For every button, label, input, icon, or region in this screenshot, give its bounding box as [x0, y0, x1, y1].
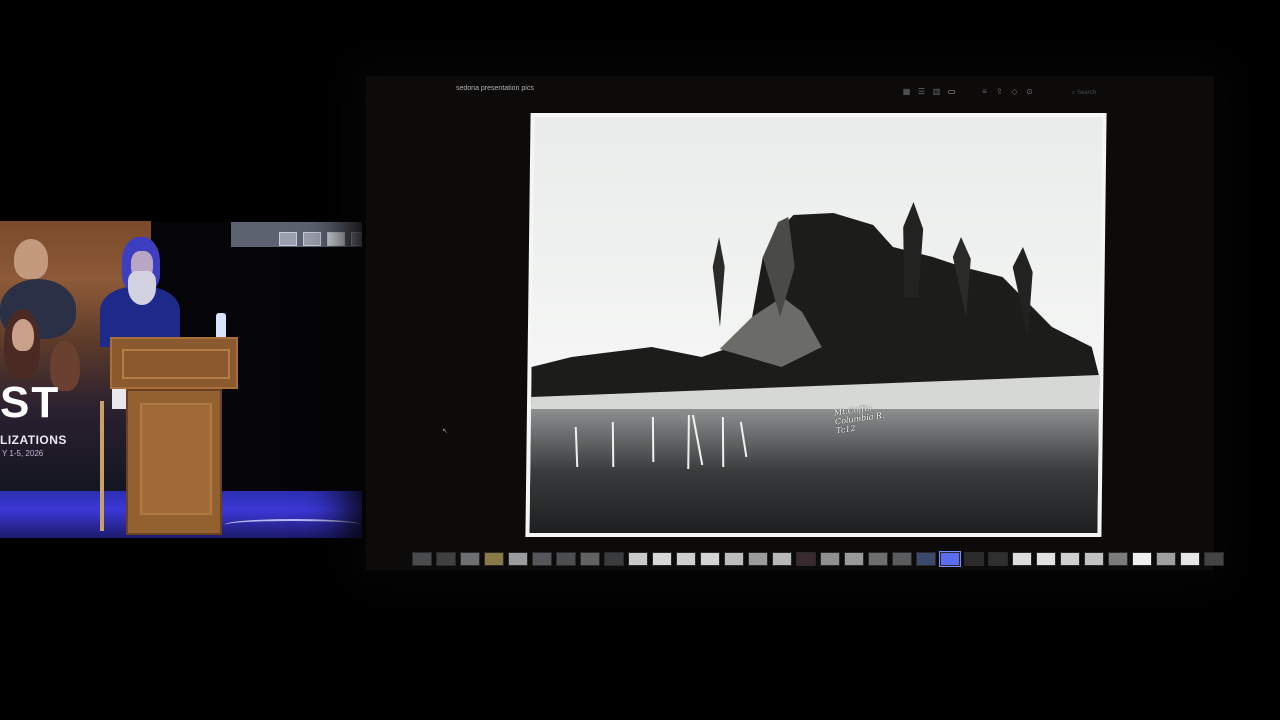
- filmstrip-thumbnail[interactable]: [556, 552, 576, 566]
- filmstrip-thumbnail[interactable]: [604, 552, 624, 566]
- landscape-photo: [529, 117, 1103, 533]
- filmstrip-thumbnail[interactable]: [939, 551, 961, 567]
- banner-title: ST: [0, 378, 61, 427]
- filmstrip-thumbnail[interactable]: [700, 552, 720, 566]
- filmstrip-thumbnail[interactable]: [580, 552, 600, 566]
- presenter-beard: [128, 271, 156, 305]
- more-menu-icon[interactable]: ⊙: [1025, 88, 1034, 96]
- filmstrip-thumbnail[interactable]: [1036, 552, 1056, 566]
- filmstrip-thumbnail[interactable]: [796, 552, 816, 566]
- search-icon: ⌕: [1072, 90, 1076, 96]
- grid-medium-icon[interactable]: ☰: [917, 88, 926, 96]
- filmstrip: [410, 548, 1226, 570]
- toolbar: ▦ ☰ ▥ ▭ ≡ ⇪ ◇ ⊙: [902, 87, 1034, 97]
- search-field[interactable]: ⌕ Search: [1066, 88, 1132, 99]
- filmstrip-thumbnail[interactable]: [436, 552, 456, 566]
- search-placeholder: Search: [1077, 90, 1097, 96]
- podium-panel: [140, 403, 212, 515]
- filmstrip-thumbnail[interactable]: [1084, 552, 1104, 566]
- filmstrip-thumbnail[interactable]: [964, 552, 984, 566]
- filmstrip-thumbnail[interactable]: [748, 552, 768, 566]
- filmstrip-thumbnail[interactable]: [988, 552, 1008, 566]
- sort-menu-icon[interactable]: ≡: [980, 88, 989, 96]
- filmstrip-thumbnail[interactable]: [1180, 552, 1200, 566]
- filmstrip-thumbnail[interactable]: [1060, 552, 1080, 566]
- filmstrip-thumbnail[interactable]: [1204, 552, 1224, 566]
- filmstrip-thumbnail[interactable]: [892, 552, 912, 566]
- filmstrip-thumbnail[interactable]: [508, 552, 528, 566]
- filmstrip-thumbnail[interactable]: [820, 552, 840, 566]
- filmstrip-thumbnail[interactable]: [484, 552, 504, 566]
- single-view-icon[interactable]: ▭: [947, 88, 956, 96]
- water-bottle: [216, 313, 226, 339]
- stage-screen-thumb: [303, 232, 321, 246]
- filmstrip-thumbnail[interactable]: [724, 552, 744, 566]
- filmstrip-thumbnail[interactable]: [916, 552, 936, 566]
- stage-screen-thumb: [351, 232, 362, 246]
- filmstrip-thumbnail[interactable]: [676, 552, 696, 566]
- filmstrip-thumbnail[interactable]: [652, 552, 672, 566]
- filmstrip-thumbnail[interactable]: [1012, 552, 1032, 566]
- projected-photos-app: sedona presentation pics ▦ ☰ ▥ ▭ ≡ ⇪ ◇ ⊙…: [366, 76, 1224, 570]
- banner-person-face: [12, 319, 34, 351]
- stage-screen-thumb: [279, 232, 297, 246]
- filmstrip-thumbnail[interactable]: [1156, 552, 1176, 566]
- tag-icon[interactable]: ◇: [1010, 88, 1019, 96]
- filmstrip-thumbnail[interactable]: [1108, 552, 1128, 566]
- podium-trim: [122, 349, 230, 379]
- filmstrip-thumbnail[interactable]: [1132, 552, 1152, 566]
- filmstrip-thumbnail[interactable]: [844, 552, 864, 566]
- grid-small-icon[interactable]: ▦: [902, 88, 911, 96]
- filmstrip-thumbnail[interactable]: [460, 552, 480, 566]
- river-water: [529, 409, 1099, 533]
- stage-screen-thumb: [327, 232, 345, 246]
- filmstrip-thumbnail[interactable]: [868, 552, 888, 566]
- filmstrip-thumbnail[interactable]: [412, 552, 432, 566]
- filmstrip-thumbnail[interactable]: [772, 552, 792, 566]
- filmstrip-thumbnail[interactable]: [628, 552, 648, 566]
- stage-camera-inset: ST LIZATIONS Y 1-5, 2026: [0, 221, 362, 538]
- main-photo[interactable]: Mt.Coffin Columbia R. Tc12: [525, 113, 1107, 537]
- stage-screen-strip: [231, 222, 362, 247]
- album-title: sedona presentation pics: [456, 85, 534, 92]
- grid-large-icon[interactable]: ▥: [932, 88, 941, 96]
- filmstrip-thumbnail[interactable]: [532, 552, 552, 566]
- presenter: [100, 237, 180, 347]
- mouse-pointer-icon: ↖: [442, 428, 448, 435]
- banner-person-head: [14, 239, 48, 279]
- podium-top: [110, 337, 238, 389]
- floor-light-line: [224, 519, 362, 531]
- banner-date: Y 1-5, 2026: [2, 449, 44, 458]
- banner-subtitle: LIZATIONS: [0, 433, 67, 447]
- share-icon[interactable]: ⇪: [995, 88, 1004, 96]
- podium: [126, 389, 222, 535]
